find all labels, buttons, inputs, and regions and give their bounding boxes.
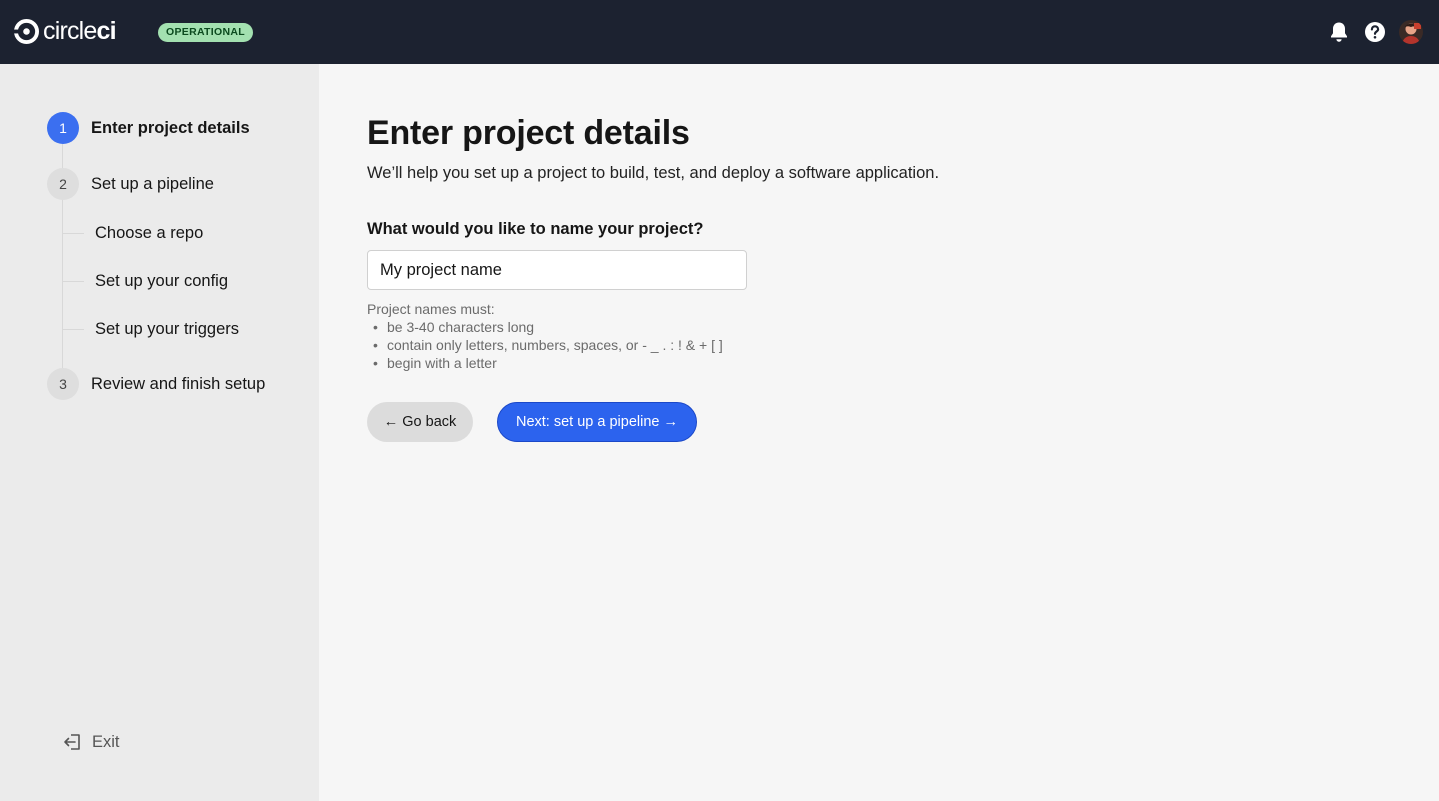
rules-heading: Project names must: (367, 301, 495, 317)
step-number: 3 (47, 368, 79, 400)
brand-name: circleci (43, 17, 117, 45)
step-review-finish[interactable]: 3 Review and finish setup (47, 368, 265, 400)
substep-choose-repo[interactable]: Choose a repo (62, 224, 203, 243)
rule-item: begin with a letter (367, 354, 723, 372)
rule-item: contain only letters, numbers, spaces, o… (367, 336, 723, 354)
exit-label: Exit (92, 732, 120, 751)
rule-item: be 3-40 characters long (367, 318, 723, 336)
step-label: Review and finish setup (91, 374, 266, 393)
substep-connector (62, 329, 84, 330)
next-set-up-pipeline-button[interactable]: Next: set up a pipeline → (497, 402, 697, 442)
step-number: 1 (47, 112, 79, 144)
step-label: Enter project details (91, 118, 250, 137)
substep-label: Set up your triggers (95, 320, 239, 338)
step-number: 2 (47, 168, 79, 200)
substep-set-up-triggers[interactable]: Set up your triggers (62, 320, 239, 339)
go-back-button[interactable]: ← Go back (367, 402, 473, 442)
step-enter-project-details[interactable]: 1 Enter project details (47, 112, 250, 144)
project-name-rules: Project names must: be 3-40 characters l… (367, 300, 723, 372)
exit-button[interactable]: Exit (63, 732, 120, 752)
project-name-label: What would you like to name your project… (367, 220, 704, 238)
substep-label: Choose a repo (95, 224, 204, 242)
page-subtitle: We’ll help you set up a project to build… (367, 164, 940, 182)
substep-label: Set up your config (95, 272, 228, 290)
project-name-input[interactable] (367, 250, 747, 290)
step-set-up-pipeline[interactable]: 2 Set up a pipeline (47, 168, 214, 200)
user-avatar[interactable] (1399, 20, 1423, 44)
setup-steps-sidebar: 1 Enter project details 2 Set up a pipel… (0, 64, 319, 801)
step-label: Set up a pipeline (91, 174, 214, 193)
bell-icon[interactable] (1327, 20, 1351, 44)
substep-set-up-config[interactable]: Set up your config (62, 272, 228, 291)
exit-icon (64, 734, 80, 750)
main-content: Enter project details We’ll help you set… (319, 64, 1439, 801)
top-navigation-bar: circleci OPERATIONAL (0, 0, 1439, 64)
substep-connector (62, 281, 84, 282)
status-badge[interactable]: OPERATIONAL (158, 23, 253, 42)
substep-connector (62, 233, 84, 234)
help-icon[interactable] (1363, 20, 1387, 44)
circleci-logo[interactable]: circleci (14, 17, 117, 45)
page-title: Enter project details (367, 114, 690, 152)
circleci-logo-icon (14, 18, 39, 44)
